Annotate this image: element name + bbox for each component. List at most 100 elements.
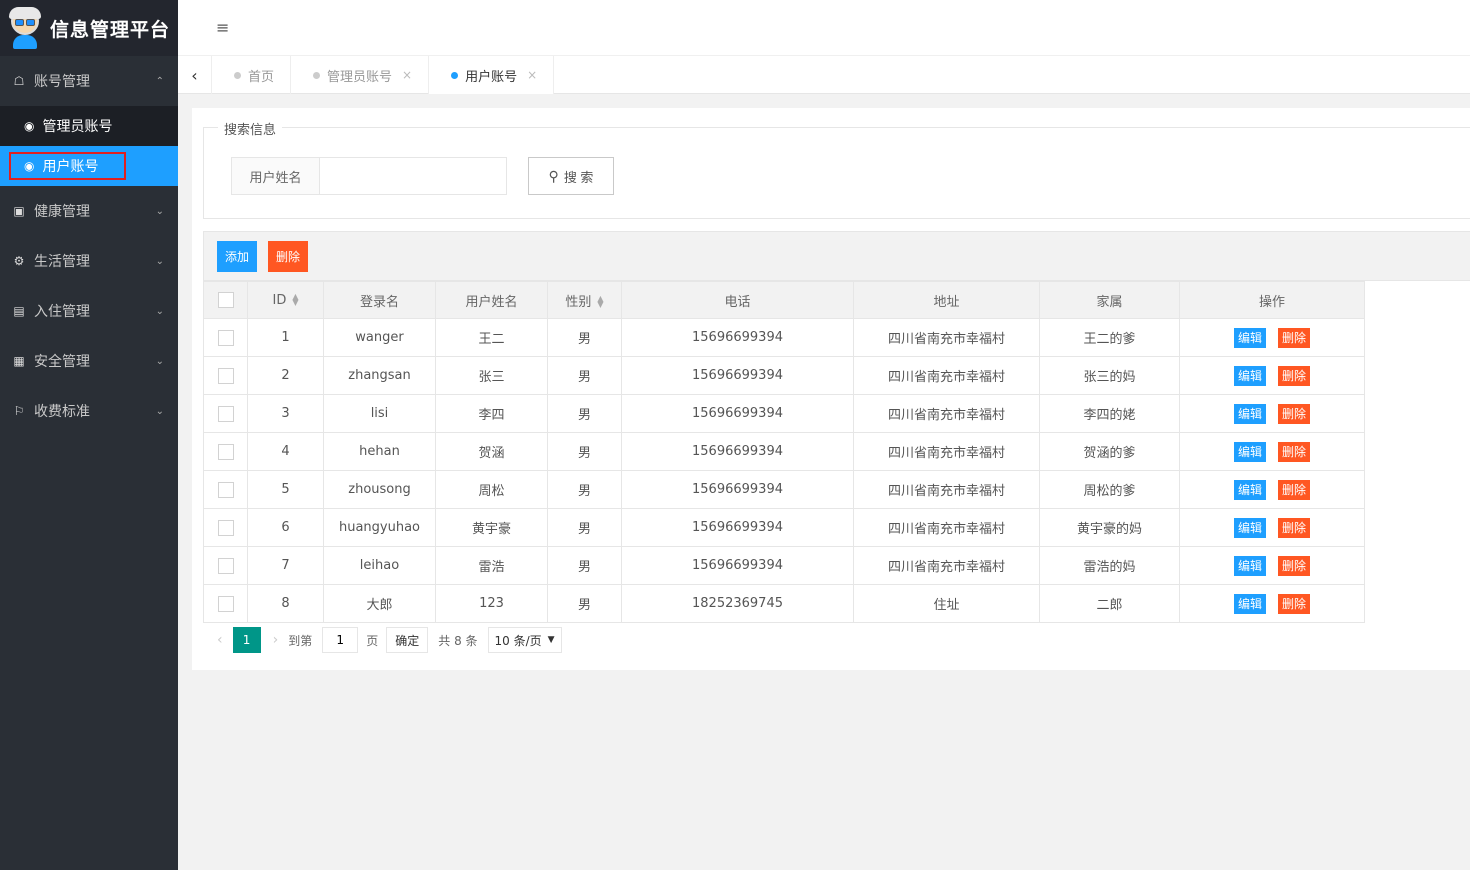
column-header-login: 登录名 xyxy=(323,281,436,319)
search-button-label: 搜 索 xyxy=(563,169,594,185)
row-checkbox[interactable] xyxy=(217,557,234,574)
edit-button[interactable]: 编辑 xyxy=(1233,517,1266,538)
row-checkbox[interactable] xyxy=(217,481,234,498)
cell-actions: 编辑 删除 xyxy=(1179,356,1365,395)
edit-button[interactable]: 编辑 xyxy=(1233,593,1266,614)
cell-actions: 编辑 删除 xyxy=(1179,432,1365,471)
tab-home[interactable]: 首页 xyxy=(212,56,292,94)
sidebar-group-label: 安全管理 xyxy=(34,354,90,370)
cell-address: 住址 xyxy=(853,584,1040,623)
row-checkbox[interactable] xyxy=(217,443,234,460)
tab-user-account[interactable]: 用户账号 × xyxy=(429,56,555,94)
close-icon[interactable]: × xyxy=(402,68,412,82)
cell-phone: 15696699394 xyxy=(621,432,854,471)
edit-button[interactable]: 编辑 xyxy=(1233,365,1266,386)
cell-phone: 15696699394 xyxy=(621,394,854,433)
next-page-icon[interactable]: › xyxy=(273,632,279,648)
row-checkbox[interactable] xyxy=(217,519,234,536)
edit-button[interactable]: 编辑 xyxy=(1233,441,1266,462)
sidebar-group-label: 生活管理 xyxy=(34,254,90,270)
cell-id: 4 xyxy=(247,432,324,471)
row-delete-button[interactable]: 删除 xyxy=(1278,517,1311,538)
row-checkbox[interactable] xyxy=(217,595,234,612)
select-all-checkbox[interactable] xyxy=(217,292,234,308)
row-delete-button[interactable]: 删除 xyxy=(1278,441,1311,462)
cell-phone: 18252369745 xyxy=(621,584,854,623)
sidebar-group-account[interactable]: ☖ 账号管理 ⌃ xyxy=(0,56,178,106)
column-header-id[interactable]: ID ▲ ▼ xyxy=(247,281,324,319)
column-header-actions: 操作 xyxy=(1179,281,1365,319)
tab-bar: ‹ 首页 管理员账号 × 用户账号 × xyxy=(178,56,1470,94)
search-label: 用户姓名 xyxy=(232,158,320,194)
sidebar-group-life[interactable]: ⚙ 生活管理 ⌄ xyxy=(0,236,178,286)
cell-name: 王二 xyxy=(435,318,548,357)
cell-name: 123 xyxy=(435,584,548,623)
row-delete-button[interactable]: 删除 xyxy=(1278,479,1311,500)
sidebar-group-fees[interactable]: ⚐ 收费标准 ⌄ xyxy=(0,386,178,436)
row-checkbox[interactable] xyxy=(217,329,234,346)
goto-page-input[interactable] xyxy=(322,627,359,653)
cell-gender: 男 xyxy=(547,318,622,357)
close-icon[interactable]: × xyxy=(527,68,537,82)
menu-toggle-icon[interactable]: ≡ xyxy=(216,18,230,37)
sidebar-group-checkin[interactable]: ▤ 入住管理 ⌄ xyxy=(0,286,178,336)
cell-login: lisi xyxy=(323,394,436,433)
table-row: 8 大郎 123 男 18252369745 住址 二郎 编辑 删除 xyxy=(203,584,1365,623)
tab-scroll-left-icon[interactable]: ‹ xyxy=(178,56,212,94)
cell-gender: 男 xyxy=(547,508,622,547)
cell-family: 李四的姥 xyxy=(1039,394,1180,433)
sidebar-item-admin-account[interactable]: ◉ 管理员账号 xyxy=(0,106,178,146)
chevron-down-icon: ⌄ xyxy=(155,355,164,367)
cell-phone: 15696699394 xyxy=(621,318,854,357)
chevron-down-icon: ⌄ xyxy=(155,255,164,267)
search-button[interactable]: ⚲ 搜 索 xyxy=(528,157,614,195)
cell-actions: 编辑 删除 xyxy=(1179,394,1365,433)
row-delete-button[interactable]: 删除 xyxy=(1278,593,1311,614)
page-size-select[interactable]: 10 条/页 ▼ xyxy=(487,627,562,653)
search-input[interactable] xyxy=(320,158,506,194)
chevron-down-icon: ⌄ xyxy=(155,205,164,217)
edit-button[interactable]: 编辑 xyxy=(1233,479,1266,500)
total-count: 共 8 条 xyxy=(438,633,478,648)
row-delete-button[interactable]: 删除 xyxy=(1278,555,1311,576)
cell-actions: 编辑 删除 xyxy=(1179,508,1365,547)
cell-name: 贺涵 xyxy=(435,432,548,471)
tab-label: 用户账号 xyxy=(465,69,518,85)
sidebar-group-label: 账号管理 xyxy=(34,74,90,90)
table-row: 5 zhousong 周松 男 15696699394 四川省南充市幸福村 周松… xyxy=(203,470,1365,509)
cell-phone: 15696699394 xyxy=(621,508,854,547)
cell-id: 5 xyxy=(247,470,324,509)
delete-button[interactable]: 删除 xyxy=(268,241,309,272)
row-delete-button[interactable]: 删除 xyxy=(1278,403,1311,424)
row-checkbox[interactable] xyxy=(217,405,234,422)
edit-button[interactable]: 编辑 xyxy=(1233,327,1266,348)
table-header-row: ID ▲ ▼ 登录名 用户姓名 性别 ▲ ▼ 电话 地址 家属 操作 xyxy=(203,281,1365,319)
add-button[interactable]: 添加 xyxy=(217,241,258,272)
column-header-family: 家属 xyxy=(1039,281,1180,319)
column-header-name: 用户姓名 xyxy=(435,281,548,319)
page-current[interactable]: 1 xyxy=(232,627,261,653)
select-all-cell xyxy=(203,281,248,319)
prev-page-icon[interactable]: ‹ xyxy=(217,632,223,648)
sidebar-group-safety[interactable]: ▦ 安全管理 ⌄ xyxy=(0,336,178,386)
sidebar-item-user-account[interactable]: ◉ 用户账号 xyxy=(0,146,178,186)
edit-button[interactable]: 编辑 xyxy=(1233,403,1266,424)
row-checkbox[interactable] xyxy=(217,367,234,384)
cell-login: wanger xyxy=(323,318,436,357)
search-icon: ⚲ xyxy=(548,167,559,184)
sidebar-group-label: 入住管理 xyxy=(34,304,90,320)
row-delete-button[interactable]: 删除 xyxy=(1278,327,1311,348)
edit-button[interactable]: 编辑 xyxy=(1233,555,1266,576)
cell-address: 四川省南充市幸福村 xyxy=(853,394,1040,433)
cell-family: 二郎 xyxy=(1039,584,1180,623)
tab-dot xyxy=(451,71,459,79)
goto-confirm-button[interactable]: 确定 xyxy=(386,627,429,653)
tab-admin-account[interactable]: 管理员账号 × xyxy=(291,56,430,94)
top-header: ≡ xyxy=(178,0,1470,56)
row-delete-button[interactable]: 删除 xyxy=(1278,365,1311,386)
cell-id: 6 xyxy=(247,508,324,547)
sidebar-group-health[interactable]: ▣ 健康管理 ⌄ xyxy=(0,186,178,236)
goto-label: 到第 xyxy=(288,633,313,648)
column-header-gender[interactable]: 性别 ▲ ▼ xyxy=(547,281,622,319)
chevron-down-icon: ⌄ xyxy=(155,405,164,417)
